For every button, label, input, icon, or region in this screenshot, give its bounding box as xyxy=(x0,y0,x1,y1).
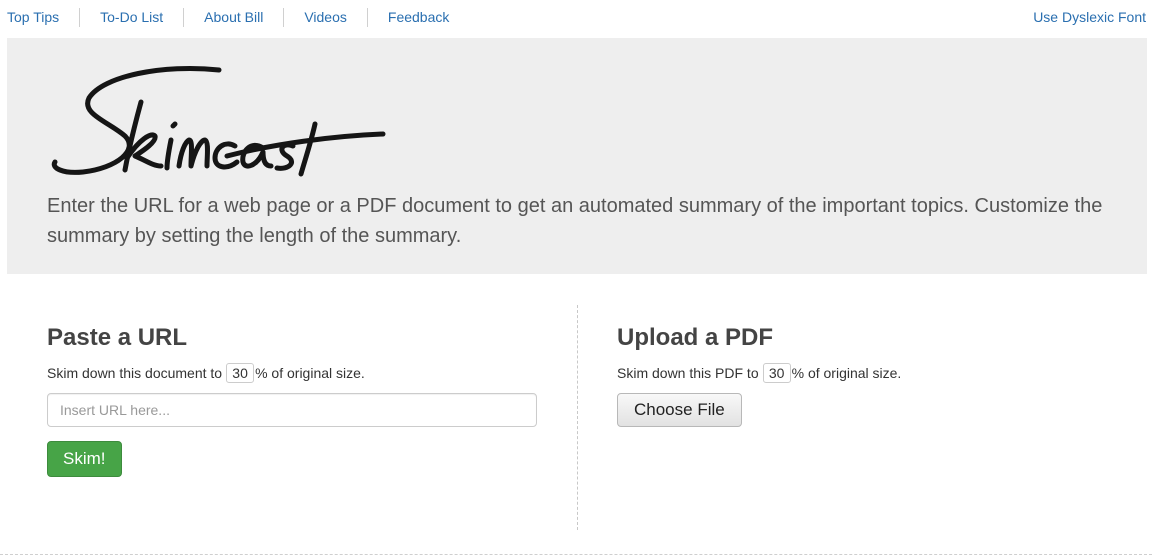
skim-button[interactable]: Skim! xyxy=(47,441,122,477)
url-skim-prefix: Skim down this document to xyxy=(47,365,223,381)
nav-link-top-tips[interactable]: Top Tips xyxy=(0,8,79,27)
nav-link-about-bill[interactable]: About Bill xyxy=(183,8,283,27)
column-divider xyxy=(577,305,578,530)
url-input[interactable] xyxy=(47,393,537,427)
upload-pdf-section: Upload a PDF Skim down this PDF to % of … xyxy=(617,322,1117,427)
paste-url-section: Paste a URL Skim down this document to %… xyxy=(47,322,547,477)
nav-links: Top Tips To-Do List About Bill Videos Fe… xyxy=(0,8,469,27)
url-skim-setting: Skim down this document to % of original… xyxy=(47,363,547,383)
upload-pdf-title: Upload a PDF xyxy=(617,324,774,351)
pdf-percent-input[interactable] xyxy=(762,363,791,383)
pdf-skim-prefix: Skim down this PDF to xyxy=(617,365,759,381)
top-navigation: Top Tips To-Do List About Bill Videos Fe… xyxy=(0,0,1152,36)
intro-text: Enter the URL for a web page or a PDF do… xyxy=(47,195,1103,247)
pdf-skim-suffix: % of original size. xyxy=(791,365,902,381)
url-percent-input[interactable] xyxy=(226,363,255,383)
skimcast-logo xyxy=(51,65,386,177)
nav-link-feedback[interactable]: Feedback xyxy=(366,8,469,27)
pdf-skim-setting: Skim down this PDF to % of original size… xyxy=(617,363,1117,383)
choose-file-button[interactable]: Choose File xyxy=(617,393,742,427)
nav-link-todo-list[interactable]: To-Do List xyxy=(79,8,183,27)
hero-banner: Enter the URL for a web page or a PDF do… xyxy=(7,38,1147,274)
nav-link-videos[interactable]: Videos xyxy=(283,8,367,27)
bottom-divider xyxy=(0,554,1152,555)
paste-url-title: Paste a URL xyxy=(47,324,188,351)
dyslexic-font-link[interactable]: Use Dyslexic Font xyxy=(1033,8,1146,27)
url-skim-suffix: % of original size. xyxy=(255,365,365,381)
